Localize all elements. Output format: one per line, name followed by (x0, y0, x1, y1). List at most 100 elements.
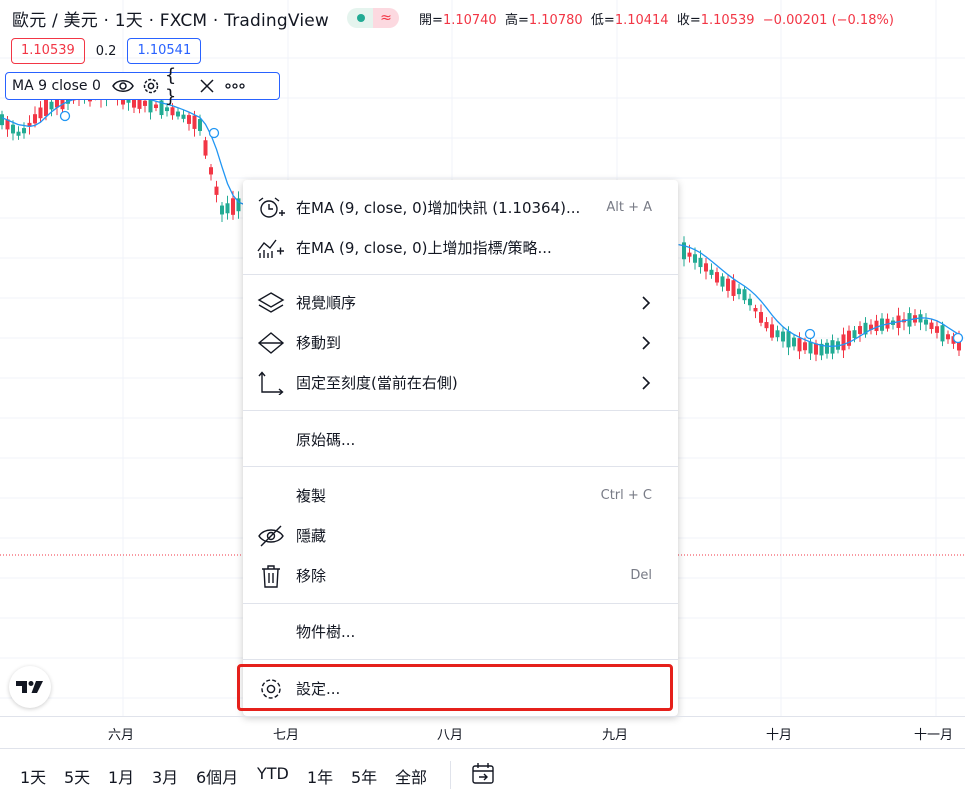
candle-body (803, 342, 807, 351)
time-axis[interactable]: 六月 七月 八月 九月 十月 十一月 (0, 716, 965, 749)
high-label: 高= (504, 12, 529, 28)
ma-handle (59, 110, 71, 122)
range-all-button[interactable]: 全部 (395, 764, 427, 788)
candle-body (720, 276, 725, 287)
candle-body (198, 119, 202, 131)
change-value: −0.00201 (−0.18%) (762, 12, 894, 28)
goto-date-icon[interactable] (470, 761, 496, 787)
menu-separator (243, 466, 678, 467)
candle-body (704, 263, 708, 272)
ma-handle (804, 328, 816, 340)
market-open-dot (347, 8, 374, 28)
candle-body (209, 167, 213, 175)
menu-separator (243, 659, 678, 660)
candle-body (203, 140, 208, 156)
menu-item-source-code[interactable]: 原始碼... (243, 420, 678, 460)
candle-body (154, 104, 158, 109)
toolbar-divider (450, 761, 451, 789)
candle-body (814, 343, 818, 355)
candle-body (797, 338, 802, 352)
menu-item-label: 視覺順序 (296, 294, 357, 312)
range-1d-button[interactable]: 1天 (20, 764, 46, 788)
time-label: 七月 (273, 728, 300, 743)
indicator-add-icon (257, 236, 285, 260)
buy-price-button[interactable]: 1.10541 (127, 38, 202, 64)
range-ytd-button[interactable]: YTD (257, 764, 289, 783)
range-1m-button[interactable]: 1月 (108, 764, 134, 788)
sell-price-button[interactable]: 1.10539 (11, 38, 85, 64)
menu-separator (243, 603, 678, 604)
menu-item-object-tree[interactable]: 物件樹... (243, 612, 678, 652)
more-icon[interactable] (221, 74, 249, 98)
menu-item-shortcut: Alt + A (606, 200, 652, 215)
candle-body (792, 337, 796, 347)
indicator-legend[interactable]: MA 9 close 0 { } (5, 65, 280, 107)
close-value: 1.10539 (700, 12, 755, 28)
candle-body (841, 334, 846, 351)
menu-item-add-alert[interactable]: 在MA (9, close, 0)增加快訊 (1.10364)... Alt +… (243, 188, 678, 228)
market-status[interactable]: ≈ (347, 8, 400, 28)
chevron-right-icon (638, 335, 654, 351)
candle-body (0, 114, 4, 126)
menu-item-label: 複製 (296, 487, 327, 505)
menu-item-label: 在MA (9, close, 0)上增加指標/策略... (296, 239, 552, 257)
eye-off-icon (257, 524, 285, 548)
candle-body (935, 326, 939, 333)
candle-body (737, 288, 741, 295)
chevron-right-icon (638, 375, 654, 391)
candle-body (775, 330, 780, 338)
ma-handle (208, 127, 220, 139)
indicator-title[interactable]: MA 9 close 0 (12, 78, 101, 94)
candle-body (165, 107, 169, 112)
menu-item-remove[interactable]: 移除 Del (243, 556, 678, 596)
menu-item-label: 固定至刻度(當前在右側) (296, 374, 458, 392)
range-1y-button[interactable]: 1年 (307, 764, 333, 788)
menu-item-label: 物件樹... (296, 623, 356, 641)
settings-highlight (237, 664, 673, 711)
menu-item-add-indicator[interactable]: 在MA (9, close, 0)上增加指標/策略... (243, 228, 678, 268)
date-range-toolbar: 1天 5天 1月 3月 6個月 YTD 1年 5年 全部 (0, 748, 965, 803)
candle-body (858, 326, 862, 334)
menu-item-pin-to-scale[interactable]: 固定至刻度(當前在右側) (243, 363, 678, 403)
tradingview-logo[interactable] (9, 666, 51, 708)
candle-body (44, 99, 48, 117)
gear-icon[interactable] (137, 74, 165, 98)
menu-item-label: 原始碼... (296, 431, 356, 449)
candle-body (214, 186, 219, 195)
menu-item-label: 移除 (296, 567, 327, 585)
eye-icon[interactable] (109, 74, 137, 98)
candle-body (759, 312, 763, 323)
time-label: 九月 (602, 728, 629, 743)
time-label: 六月 (108, 728, 135, 743)
candle-body (753, 308, 758, 312)
candle-body (731, 280, 736, 296)
range-5d-button[interactable]: 5天 (64, 764, 90, 788)
candle-body (38, 107, 43, 119)
context-menu: 在MA (9, close, 0)增加快訊 (1.10364)... Alt +… (243, 180, 678, 716)
range-3m-button[interactable]: 3月 (152, 764, 178, 788)
menu-item-hide[interactable]: 隱藏 (243, 516, 678, 556)
trash-icon (257, 564, 285, 588)
menu-item-visual-order[interactable]: 視覺順序 (243, 283, 678, 323)
candle-body (709, 269, 714, 275)
braces-icon[interactable]: { } (165, 65, 193, 107)
symbol-title[interactable]: 歐元 / 美元 · 1天 · FXCM · TradingView (12, 6, 329, 31)
menu-item-label: 移動到 (296, 334, 342, 352)
close-icon[interactable] (193, 74, 221, 98)
candle-body (940, 325, 945, 342)
candle-body (143, 100, 147, 106)
range-5y-button[interactable]: 5年 (351, 764, 377, 788)
candle-body (16, 131, 21, 136)
alarm-add-icon (257, 196, 285, 220)
symbol-header: 歐元 / 美元 · 1天 · FXCM · TradingView ≈ 開= 1.… (12, 6, 894, 31)
wave-icon: ≈ (373, 8, 400, 28)
open-label: 開= (419, 12, 443, 28)
range-6m-button[interactable]: 6個月 (196, 764, 238, 788)
candle-body (742, 289, 747, 301)
candle-body (170, 107, 175, 116)
menu-separator (243, 274, 678, 275)
candle-body (825, 342, 829, 354)
menu-item-move-to[interactable]: 移動到 (243, 323, 678, 363)
menu-item-copy[interactable]: 複製 Ctrl + C (243, 476, 678, 516)
candle-body (726, 278, 730, 291)
